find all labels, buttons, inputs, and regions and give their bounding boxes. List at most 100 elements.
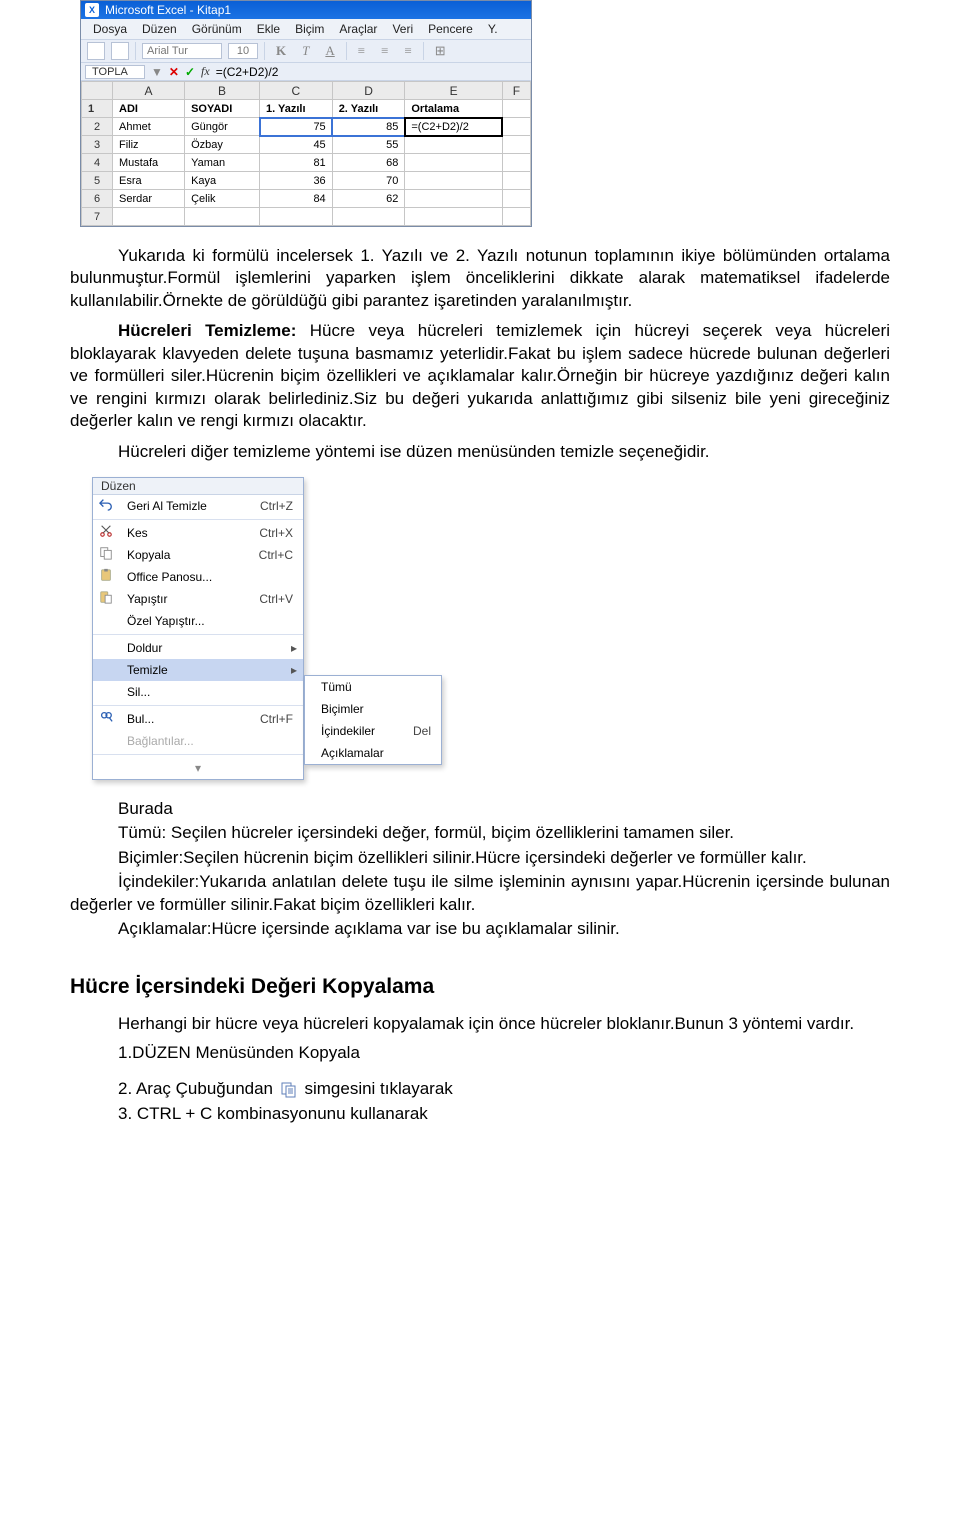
cell-F6[interactable] xyxy=(502,190,530,208)
cell-B2[interactable]: Güngör xyxy=(185,118,260,136)
cell-F2[interactable] xyxy=(502,118,530,136)
cell-A4[interactable]: Mustafa xyxy=(113,154,185,172)
col-E[interactable]: E xyxy=(405,82,502,100)
cell-B4[interactable]: Yaman xyxy=(185,154,260,172)
row-1[interactable]: 1 xyxy=(82,100,113,118)
cell-A6[interactable]: Serdar xyxy=(113,190,185,208)
cell-D3[interactable]: 55 xyxy=(332,136,405,154)
toolbar-copy-icon xyxy=(278,1080,300,1100)
copy-method-3: 3. CTRL + C kombinasyonunu kullanarak xyxy=(118,1104,890,1124)
menu-duzen[interactable]: Düzen xyxy=(136,21,183,37)
menu-expand[interactable]: ▾ xyxy=(93,757,303,779)
italic-button[interactable]: T xyxy=(297,42,314,60)
cell-F1[interactable] xyxy=(502,100,530,118)
menu-item-copy[interactable]: Kopyala Ctrl+C xyxy=(93,544,303,566)
paragraph-2-last: Hücreleri diğer temizleme yöntemi ise dü… xyxy=(70,441,890,463)
col-F[interactable]: F xyxy=(502,82,530,100)
cell-A3[interactable]: Filiz xyxy=(113,136,185,154)
menu-item-undo[interactable]: Geri Al Temizle Ctrl+Z xyxy=(93,495,303,517)
menu-ekle[interactable]: Ekle xyxy=(251,21,286,37)
cell-B5[interactable]: Kaya xyxy=(185,172,260,190)
bold-button[interactable]: K xyxy=(271,42,291,60)
submenu-tumu[interactable]: Tümü xyxy=(305,676,441,698)
menu-item-special-paste[interactable]: Özel Yapıştır... xyxy=(93,610,303,632)
cell-C2[interactable]: 75 xyxy=(260,118,333,136)
cell-A1[interactable]: ADI xyxy=(113,100,185,118)
menu-item-bul[interactable]: Bul... Ctrl+F xyxy=(93,708,303,730)
align-right-icon[interactable]: ≡ xyxy=(399,42,416,60)
cell-E2[interactable]: =(C2+D2)/2 xyxy=(405,118,502,136)
cell-E4[interactable] xyxy=(405,154,502,172)
cell-C5[interactable]: 36 xyxy=(260,172,333,190)
menu-item-doldur[interactable]: Doldur ▸ xyxy=(93,637,303,659)
font-name-combo[interactable]: Arial Tur xyxy=(142,43,222,59)
cell-D4[interactable]: 68 xyxy=(332,154,405,172)
align-left-icon[interactable]: ≡ xyxy=(353,42,370,60)
menu-item-office-pano[interactable]: Office Panosu... xyxy=(93,566,303,588)
col-A[interactable]: A xyxy=(113,82,185,100)
copy-method-2: 2. Araç Çubuğundan simgesini tıklayarak xyxy=(118,1079,890,1100)
name-box[interactable]: TOPLA xyxy=(85,65,145,79)
cell-D5[interactable]: 70 xyxy=(332,172,405,190)
cell-F3[interactable] xyxy=(502,136,530,154)
menu-yardim[interactable]: Y. xyxy=(482,21,504,37)
menu-pencere[interactable]: Pencere xyxy=(422,21,479,37)
menu-item-temizle[interactable]: Temizle ▸ xyxy=(93,659,303,681)
cell-E3[interactable] xyxy=(405,136,502,154)
aciklamalar-line: Açıklamalar:Hücre içersinde açıklama var… xyxy=(70,918,890,940)
cell-C3[interactable]: 45 xyxy=(260,136,333,154)
merge-icon[interactable]: ⊞ xyxy=(430,42,451,60)
p2-lead: Hücreleri Temizleme: xyxy=(118,321,310,340)
cell-F5[interactable] xyxy=(502,172,530,190)
row-7[interactable]: 7 xyxy=(82,208,113,226)
formula-bar: TOPLA ▼ ✕ ✓ fx =(C2+D2)/2 xyxy=(81,63,531,81)
cell-F4[interactable] xyxy=(502,154,530,172)
cell-C4[interactable]: 81 xyxy=(260,154,333,172)
row-6[interactable]: 6 xyxy=(82,190,113,208)
underline-button[interactable]: A xyxy=(320,42,339,60)
col-B[interactable]: B xyxy=(185,82,260,100)
menu-veri[interactable]: Veri xyxy=(386,21,419,37)
row-4[interactable]: 4 xyxy=(82,154,113,172)
toolbar-save-icon[interactable] xyxy=(111,42,129,60)
cell-D6[interactable]: 62 xyxy=(332,190,405,208)
toolbar-new-icon[interactable] xyxy=(87,42,105,60)
menu-item-paste[interactable]: Yapıştır Ctrl+V xyxy=(93,588,303,610)
cell-B6[interactable]: Çelik xyxy=(185,190,260,208)
tumu-line: Tümü: Seçilen hücreler içersindeki değer… xyxy=(70,822,890,844)
submenu-bicimler[interactable]: Biçimler xyxy=(305,698,441,720)
align-center-icon[interactable]: ≡ xyxy=(376,42,393,60)
fx-label[interactable]: fx xyxy=(201,64,210,79)
submenu-aciklamalar[interactable]: Açıklamalar xyxy=(305,742,441,764)
excel-grid[interactable]: A B C D E F 1 ADI SOYADI 1. Yazılı 2. Ya… xyxy=(81,81,531,226)
cell-A2[interactable]: Ahmet xyxy=(113,118,185,136)
cell-D1[interactable]: 2. Yazılı xyxy=(332,100,405,118)
cell-A5[interactable]: Esra xyxy=(113,172,185,190)
icindekiler-line: İçindekiler:Yukarıda anlatılan delete tu… xyxy=(70,871,890,916)
cell-D2[interactable]: 85 xyxy=(332,118,405,136)
cell-E5[interactable] xyxy=(405,172,502,190)
formula-text[interactable]: =(C2+D2)/2 xyxy=(216,65,279,79)
menu-bicim[interactable]: Biçim xyxy=(289,21,330,37)
cell-C6[interactable]: 84 xyxy=(260,190,333,208)
row-5[interactable]: 5 xyxy=(82,172,113,190)
cell-E6[interactable] xyxy=(405,190,502,208)
cell-C1[interactable]: 1. Yazılı xyxy=(260,100,333,118)
cell-B1[interactable]: SOYADI xyxy=(185,100,260,118)
cell-E1[interactable]: Ortalama xyxy=(405,100,502,118)
font-size-combo[interactable]: 10 xyxy=(228,43,258,59)
menu-gorunum[interactable]: Görünüm xyxy=(186,21,248,37)
row-3[interactable]: 3 xyxy=(82,136,113,154)
col-D[interactable]: D xyxy=(332,82,405,100)
copy-paragraph: Herhangi bir hücre veya hücreleri kopyal… xyxy=(70,1013,890,1035)
menu-item-cut[interactable]: Kes Ctrl+X xyxy=(93,522,303,544)
col-C[interactable]: C xyxy=(260,82,333,100)
menu-araclar[interactable]: Araçlar xyxy=(333,21,383,37)
enter-check-icon[interactable]: ✓ xyxy=(185,65,195,79)
menu-dosya[interactable]: Dosya xyxy=(87,21,133,37)
cell-B3[interactable]: Özbay xyxy=(185,136,260,154)
cancel-x-icon[interactable]: ✕ xyxy=(169,65,179,79)
menu-item-sil[interactable]: Sil... xyxy=(93,681,303,703)
submenu-icindekiler[interactable]: İçindekiler Del xyxy=(305,720,441,742)
row-2[interactable]: 2 xyxy=(82,118,113,136)
